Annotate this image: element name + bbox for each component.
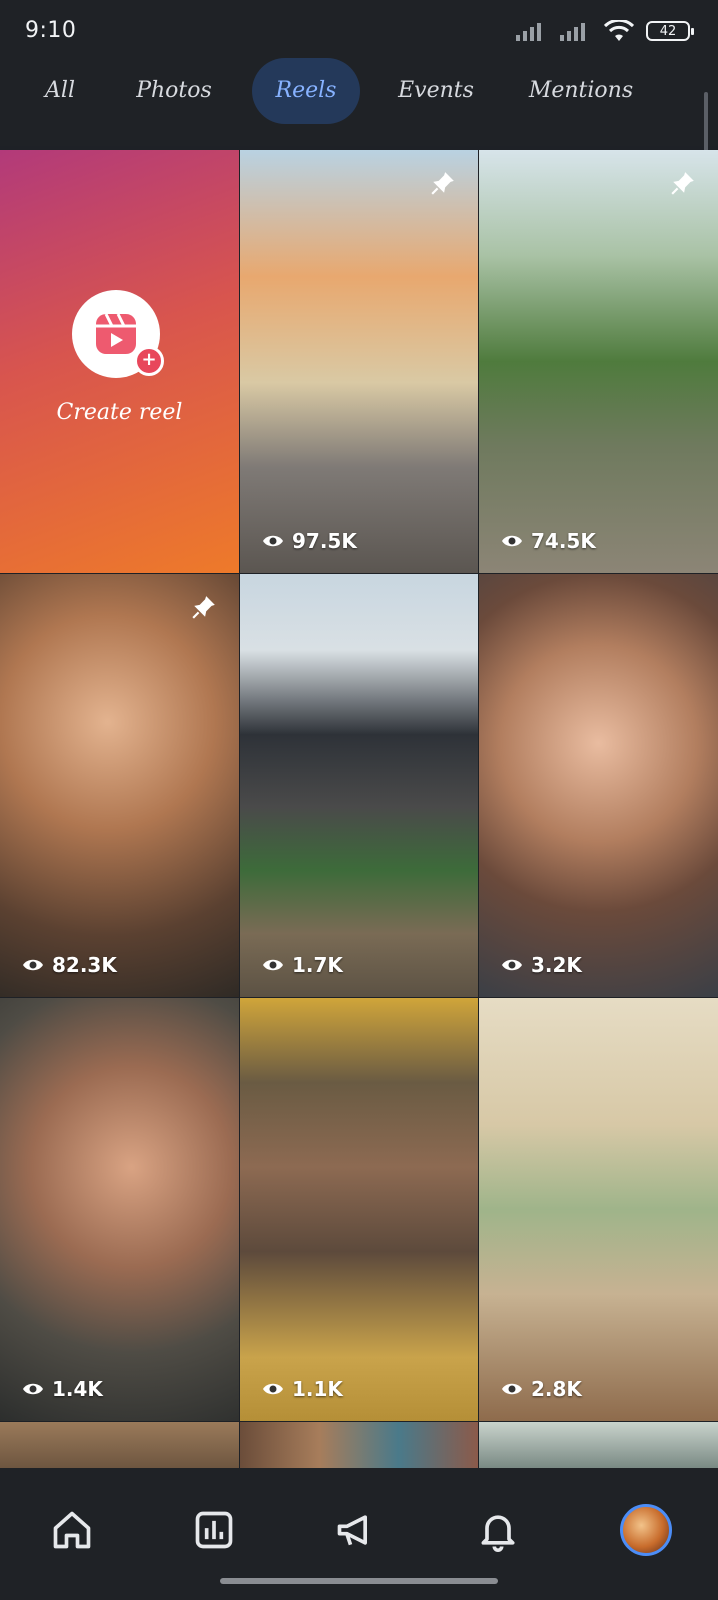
pin-icon	[431, 172, 454, 195]
view-count: 1.1K	[262, 1377, 343, 1401]
view-count: 2.8K	[501, 1377, 582, 1401]
reel-thumbnail	[240, 1422, 478, 1468]
tab-reels[interactable]: Reels	[252, 58, 360, 124]
reel-thumbnail	[479, 998, 718, 1421]
view-count: 1.4K	[22, 1377, 103, 1401]
nav-profile[interactable]	[614, 1498, 678, 1562]
view-count-label: 1.1K	[292, 1377, 343, 1401]
view-count: 1.7K	[262, 953, 343, 977]
reel-tile[interactable]: 3.2K	[479, 574, 718, 997]
bell-icon	[481, 1515, 515, 1552]
reel-thumbnail	[0, 574, 239, 997]
insights-icon	[195, 1511, 233, 1549]
scrollbar[interactable]	[704, 92, 708, 152]
tab-events[interactable]: Events	[380, 58, 492, 124]
eye-icon	[23, 959, 43, 971]
eye-icon	[263, 959, 283, 971]
nav-home[interactable]	[40, 1498, 104, 1562]
status-bar: 9:10 42	[0, 0, 718, 62]
eye-icon	[263, 1383, 283, 1395]
reel-thumbnail	[479, 1422, 718, 1468]
signal-icon-2	[560, 23, 585, 41]
pin-icon	[671, 172, 694, 195]
reel-tile[interactable]: 2.8K	[479, 998, 718, 1421]
reel-thumbnail	[0, 998, 239, 1421]
eye-icon	[23, 1383, 43, 1395]
view-count-label: 3.2K	[531, 953, 582, 977]
reel-tile[interactable]: 97.5K	[240, 150, 478, 573]
signal-icon	[516, 23, 541, 41]
eye-icon	[263, 535, 283, 547]
nav-ads[interactable]	[324, 1498, 388, 1562]
view-count: 97.5K	[262, 529, 357, 553]
reel-tile[interactable]: 74.5K	[479, 150, 718, 573]
reel-thumbnail	[240, 150, 478, 573]
view-count-label: 1.4K	[52, 1377, 103, 1401]
view-count-label: 74.5K	[531, 529, 596, 553]
nav-notifications[interactable]	[466, 1498, 530, 1562]
battery-level: 42	[659, 23, 677, 39]
pin-icon	[192, 596, 215, 619]
reel-tile[interactable]: 1.7K	[240, 574, 478, 997]
wifi-icon	[604, 20, 634, 41]
eye-icon	[502, 959, 522, 971]
reel-thumbnail	[240, 998, 478, 1421]
eye-icon	[502, 1383, 522, 1395]
status-icons: 42	[516, 20, 694, 42]
home-icon	[53, 1511, 91, 1549]
reel-thumbnail	[479, 150, 718, 573]
reel-tile[interactable]	[0, 1422, 239, 1468]
view-count: 74.5K	[501, 529, 596, 553]
tab-mentions[interactable]: Mentions	[520, 58, 642, 124]
create-reel-tile[interactable]: + Create reel	[0, 150, 239, 573]
tab-photos[interactable]: Photos	[118, 58, 230, 124]
add-icon: +	[134, 346, 164, 376]
tab-bar: All Photos Reels Events Mentions	[0, 56, 718, 146]
view-count-label: 82.3K	[52, 953, 117, 977]
reels-grid: + Create reel 97.5K 74.5K 82.3K 1.7K 3.2…	[0, 150, 718, 1468]
view-count: 3.2K	[501, 953, 582, 977]
create-reel-label: Create reel	[56, 400, 183, 425]
reel-thumbnail	[0, 1422, 239, 1468]
status-time: 9:10	[25, 18, 77, 43]
reel-thumbnail	[240, 574, 478, 997]
reel-tile[interactable]: 82.3K	[0, 574, 239, 997]
reel-tile[interactable]	[240, 1422, 478, 1468]
tab-all[interactable]: All	[30, 58, 90, 124]
view-count-label: 97.5K	[292, 529, 357, 553]
reel-tile[interactable]	[479, 1422, 718, 1468]
view-count-label: 1.7K	[292, 953, 343, 977]
nav-insights[interactable]	[182, 1498, 246, 1562]
profile-avatar	[620, 1504, 672, 1556]
reel-thumbnail	[479, 574, 718, 997]
battery-icon: 42	[646, 21, 694, 41]
view-count: 82.3K	[22, 953, 117, 977]
home-indicator[interactable]	[220, 1578, 498, 1584]
bottom-navigation	[0, 1468, 718, 1600]
megaphone-icon	[337, 1515, 367, 1546]
reel-tile[interactable]: 1.1K	[240, 998, 478, 1421]
eye-icon	[502, 535, 522, 547]
reel-tile[interactable]: 1.4K	[0, 998, 239, 1421]
view-count-label: 2.8K	[531, 1377, 582, 1401]
